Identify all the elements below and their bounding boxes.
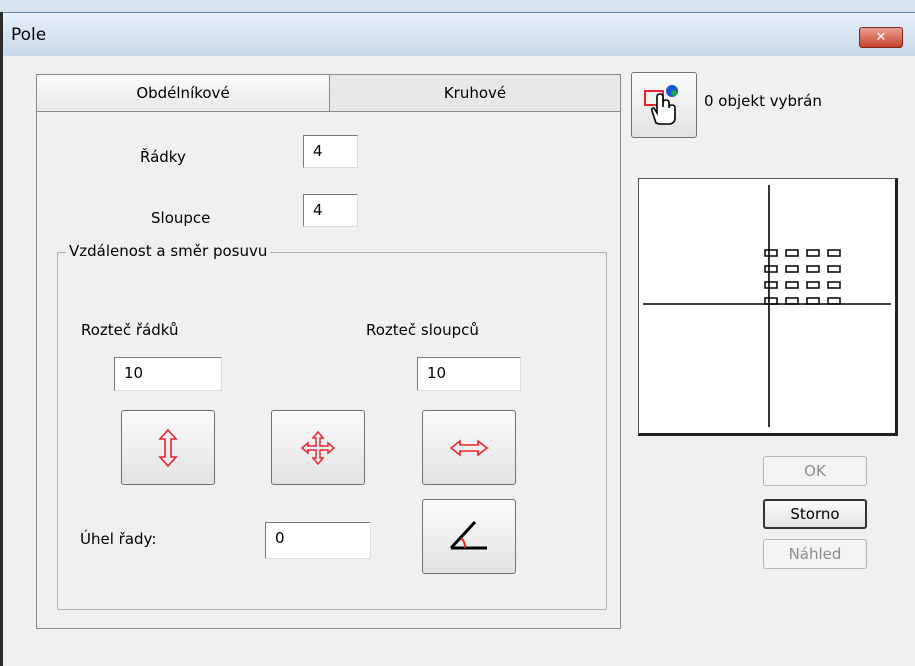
selection-status: 0 objekt vybrán [704, 92, 822, 110]
preview-array-cell [827, 249, 841, 257]
preview-array-cell [806, 265, 820, 273]
preview-array-cell [785, 249, 799, 257]
dialog-window: Pole ✕ Obdélníkové Kruhové Řádky 4 Sloup… [0, 12, 915, 666]
pick-row-spacing-button[interactable] [121, 410, 215, 485]
preview-array-cell [827, 265, 841, 273]
tab-rectangular[interactable]: Obdélníkové [36, 74, 330, 112]
preview-array-cell [785, 297, 799, 305]
array-preview-drawing [643, 185, 891, 427]
move-arrows-icon [300, 430, 336, 465]
hand-pointer-icon [644, 85, 678, 125]
close-button[interactable]: ✕ [859, 27, 903, 48]
preview-array-cell [785, 281, 799, 289]
ok-button[interactable]: OK [763, 456, 867, 486]
title-bar[interactable]: Pole ✕ [3, 12, 915, 56]
row-spacing-input[interactable]: 10 [114, 357, 222, 391]
preview-array-cell [806, 281, 820, 289]
preview-array-cell [764, 249, 778, 257]
select-objects-button[interactable] [631, 72, 697, 138]
preview-array-cell [764, 297, 778, 305]
preview-array-cell [806, 249, 820, 257]
tab-panel-rectangular: Řádky 4 Sloupce 4 Vzdálenost a směr posu… [36, 111, 621, 629]
row-spacing-label: Rozteč řádků [81, 321, 179, 339]
preview-array-cell [827, 297, 841, 305]
preview-array-cell [806, 297, 820, 305]
rows-label: Řádky [140, 148, 186, 166]
preview-array-cell [764, 265, 778, 273]
column-spacing-input[interactable]: 10 [417, 357, 521, 391]
angle-icon [449, 520, 487, 549]
pick-both-spacing-button[interactable] [271, 410, 365, 485]
preview-array-cell [785, 265, 799, 273]
window-title: Pole [11, 25, 47, 45]
offset-direction-group: Vzdálenost a směr posuvu Rozteč řádků 10… [57, 242, 607, 610]
columns-input[interactable]: 4 [303, 194, 358, 227]
preview-pane [638, 178, 898, 436]
vertical-arrows-icon [158, 428, 178, 467]
tab-polar[interactable]: Kruhové [329, 74, 621, 112]
column-spacing-label: Rozteč sloupců [366, 321, 479, 339]
horizontal-arrows-icon [449, 438, 489, 457]
row-angle-label: Úhel řady: [80, 530, 157, 548]
pick-column-spacing-button[interactable] [422, 410, 516, 485]
offset-direction-legend: Vzdálenost a směr posuvu [66, 242, 271, 260]
preview-button[interactable]: Náhled [763, 539, 867, 569]
rows-input[interactable]: 4 [303, 135, 358, 168]
preview-array-cell [764, 281, 778, 289]
pick-angle-button[interactable] [422, 499, 516, 574]
cancel-button[interactable]: Storno [763, 499, 867, 529]
preview-array-cell [827, 281, 841, 289]
columns-label: Sloupce [151, 209, 211, 227]
row-angle-input[interactable]: 0 [265, 522, 371, 559]
